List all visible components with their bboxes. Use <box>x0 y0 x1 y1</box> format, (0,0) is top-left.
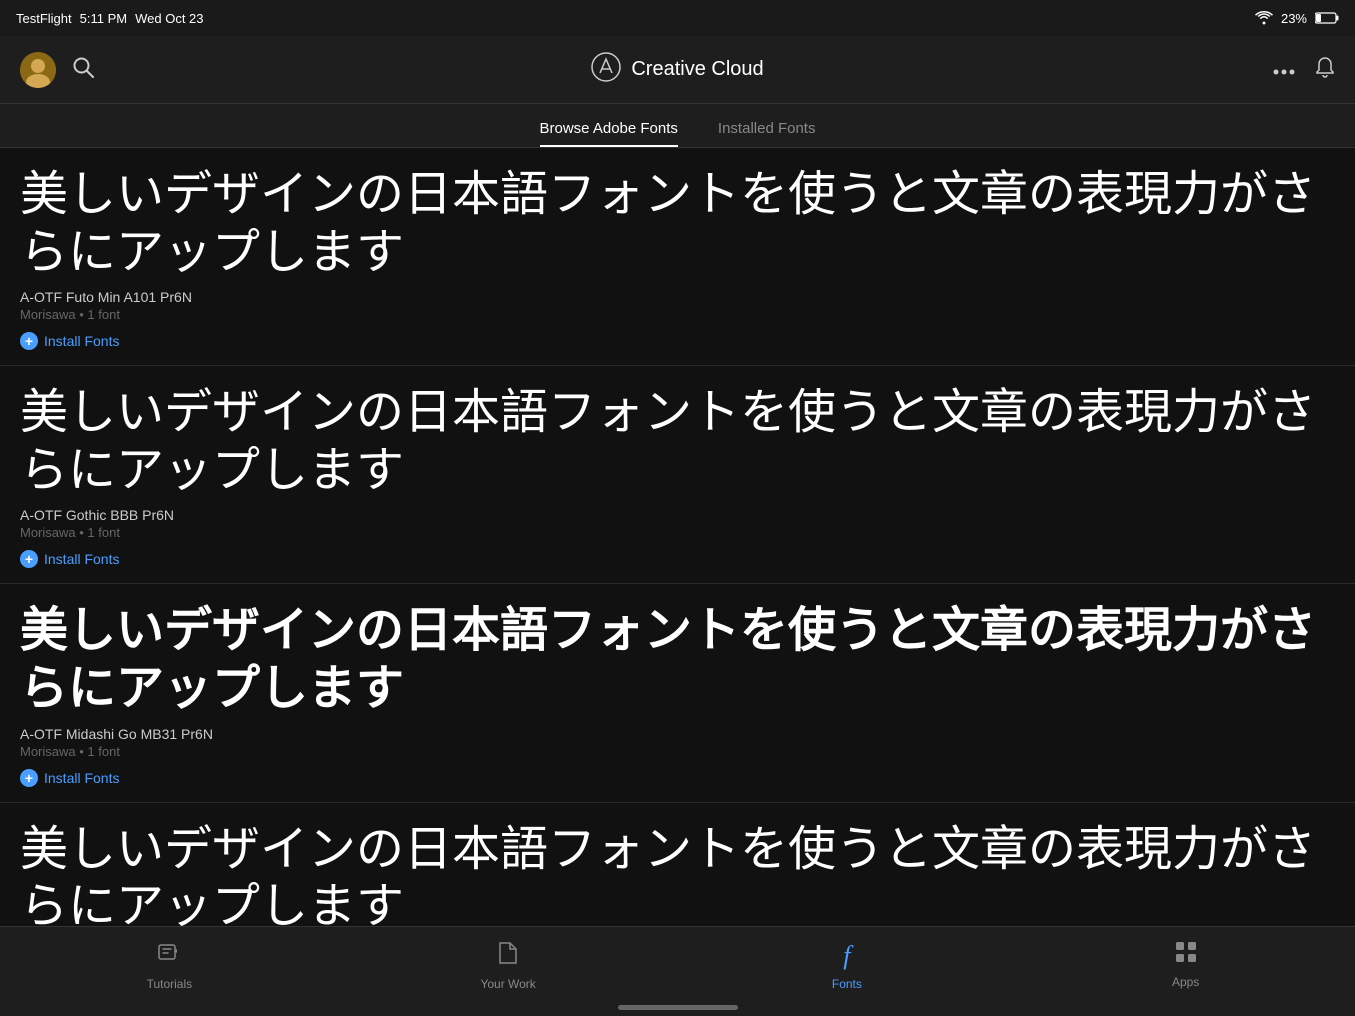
tutorials-icon <box>157 941 181 971</box>
bottom-tab-tutorials[interactable]: Tutorials <box>129 941 209 991</box>
plus-circle-icon: + <box>20 769 38 787</box>
avatar[interactable] <box>20 52 56 88</box>
font-meta-label: Morisawa • 1 font <box>20 525 1335 540</box>
font-name-label: A-OTF Gothic BBB Pr6N <box>20 507 1335 523</box>
bottom-tab-bar: Tutorials Your Work f Fonts Apps <box>0 926 1355 1016</box>
install-fonts-button[interactable]: + Install Fonts <box>20 550 119 568</box>
apps-icon <box>1175 941 1197 969</box>
apps-label: Apps <box>1172 975 1199 989</box>
font-list: 美しいデザインの日本語フォントを使うと文章の表現力がさらにアップします A-OTF… <box>0 148 1355 926</box>
font-item: 美しいデザインの日本語フォントを使うと文章の表現力がさらにアップします A-OTF… <box>0 148 1355 366</box>
font-item: 美しいデザインの日本語フォントを使うと文章の表現力がさらにアップします A-OTF… <box>0 584 1355 802</box>
tab-bar: Browse Adobe Fonts Installed Fonts <box>0 104 1355 148</box>
font-preview-text: 美しいデザインの日本語フォントを使うと文章の表現力がさらにアップします <box>20 166 1335 281</box>
install-fonts-button[interactable]: + Install Fonts <box>20 332 119 350</box>
yourwork-label: Your Work <box>480 977 535 991</box>
search-icon[interactable] <box>72 56 94 84</box>
yourwork-icon <box>496 941 520 971</box>
status-bar: TestFlight 5:11 PM Wed Oct 23 23% <box>0 0 1355 36</box>
nav-center: Creative Cloud <box>591 52 763 88</box>
install-fonts-label: Install Fonts <box>44 333 119 349</box>
time-label: 5:11 PM <box>80 11 127 26</box>
bottom-tab-yourwork[interactable]: Your Work <box>468 941 548 991</box>
tab-browse-adobe-fonts[interactable]: Browse Adobe Fonts <box>540 120 678 147</box>
battery-icon <box>1315 12 1339 24</box>
font-name-label: A-OTF Midashi Go MB31 Pr6N <box>20 726 1335 742</box>
font-preview-text: 美しいデザインの日本語フォントを使うと文章の表現力がさらにアップします <box>20 384 1335 499</box>
font-meta-label: Morisawa • 1 font <box>20 744 1335 759</box>
bottom-tab-apps[interactable]: Apps <box>1146 941 1226 989</box>
plus-circle-icon: + <box>20 332 38 350</box>
battery-label: 23% <box>1281 11 1307 26</box>
install-fonts-button[interactable]: + Install Fonts <box>20 769 119 787</box>
nav-left <box>20 52 220 88</box>
font-preview-text: 美しいデザインの日本語フォントを使うと文章の表現力がさらにアップします <box>20 602 1335 717</box>
date-label: Wed Oct 23 <box>135 11 203 26</box>
font-item: 美しいデザインの日本語フォントを使うと文章の表現力がさらにアップしますA-OTF… <box>0 803 1355 926</box>
tab-installed-fonts[interactable]: Installed Fonts <box>718 120 816 147</box>
carrier-label: TestFlight <box>16 11 72 26</box>
bottom-tab-fonts[interactable]: f Fonts <box>807 941 887 991</box>
status-right: 23% <box>1255 11 1339 26</box>
home-indicator <box>618 1005 738 1010</box>
install-fonts-label: Install Fonts <box>44 551 119 567</box>
notification-icon[interactable] <box>1315 56 1335 84</box>
font-item: 美しいデザインの日本語フォントを使うと文章の表現力がさらにアップします A-OTF… <box>0 366 1355 584</box>
status-left: TestFlight 5:11 PM Wed Oct 23 <box>16 11 204 26</box>
font-preview-text: 美しいデザインの日本語フォントを使うと文章の表現力がさらにアップします <box>20 821 1335 926</box>
app-title: Creative Cloud <box>631 58 763 81</box>
fonts-label: Fonts <box>832 977 862 991</box>
tutorials-label: Tutorials <box>147 977 193 991</box>
wifi-icon <box>1255 11 1273 25</box>
nav-right <box>1135 56 1335 84</box>
font-name-label: A-OTF Futo Min A101 Pr6N <box>20 289 1335 305</box>
plus-circle-icon: + <box>20 550 38 568</box>
adobe-logo-icon <box>591 52 621 88</box>
more-options-icon[interactable] <box>1273 58 1295 81</box>
nav-bar: Creative Cloud <box>0 36 1355 104</box>
fonts-icon: f <box>843 941 850 971</box>
font-meta-label: Morisawa • 1 font <box>20 307 1335 322</box>
install-fonts-label: Install Fonts <box>44 770 119 786</box>
